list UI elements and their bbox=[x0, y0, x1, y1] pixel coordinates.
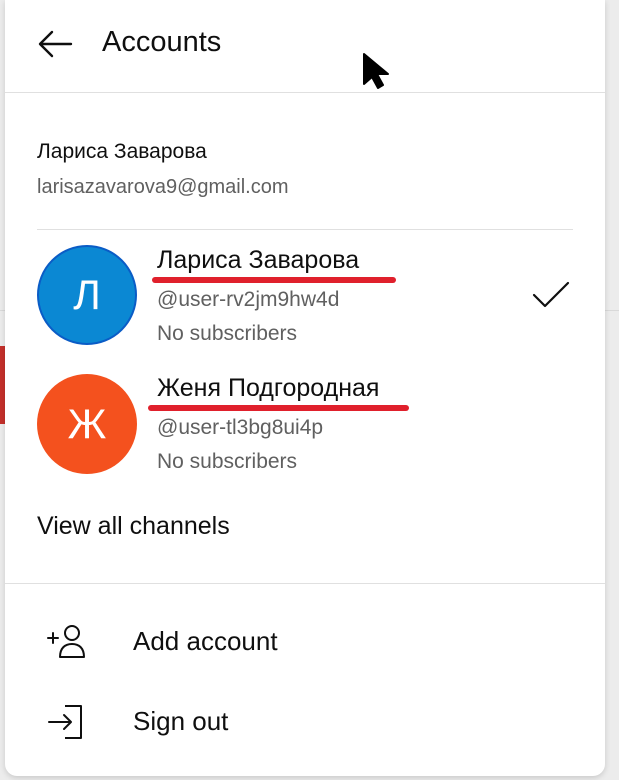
accounts-panel: Accounts Лариса Заварова larisazavarova9… bbox=[5, 0, 605, 776]
red-underline-annotation bbox=[152, 277, 396, 283]
channel-item-zhenya[interactable]: Ж Женя Подгородная @user-tl3bg8ui4p No s… bbox=[5, 368, 605, 488]
avatar: Ж bbox=[37, 374, 137, 474]
mouse-cursor-icon bbox=[363, 53, 389, 89]
channel-name: Лариса Заварова bbox=[157, 246, 360, 274]
view-all-channels-link[interactable]: View all channels bbox=[37, 512, 230, 541]
channel-subscribers: No subscribers bbox=[157, 322, 298, 345]
channel-handle: @user-rv2jm9hw4d bbox=[157, 288, 340, 311]
page-title: Accounts bbox=[102, 26, 222, 58]
check-icon bbox=[532, 281, 570, 308]
channel-name: Женя Подгородная bbox=[157, 374, 380, 402]
channel-handle: @user-tl3bg8ui4p bbox=[157, 416, 324, 439]
channel-subscribers: No subscribers bbox=[157, 450, 298, 473]
add-account-label: Add account bbox=[133, 626, 278, 656]
sign-out-label: Sign out bbox=[133, 706, 229, 736]
back-button[interactable] bbox=[33, 22, 77, 66]
add-account-button[interactable]: Add account bbox=[5, 610, 605, 674]
avatar-initial: Л bbox=[73, 271, 101, 318]
avatar: Л bbox=[37, 245, 137, 345]
divider bbox=[37, 229, 573, 230]
avatar-initial: Ж bbox=[67, 400, 107, 447]
red-underline-annotation bbox=[148, 405, 409, 411]
arrow-left-icon bbox=[38, 30, 73, 58]
sign-out-button[interactable]: Sign out bbox=[5, 690, 605, 754]
account-email: larisazavarova9@gmail.com bbox=[37, 176, 289, 198]
divider bbox=[5, 583, 605, 584]
account-name: Лариса Заварова bbox=[37, 140, 207, 163]
add-person-icon bbox=[45, 624, 89, 660]
accounts-header: Accounts bbox=[5, 0, 605, 93]
sign-out-icon bbox=[45, 704, 89, 740]
channel-item-larisa[interactable]: Л Лариса Заварова @user-rv2jm9hw4d No su… bbox=[5, 240, 605, 360]
